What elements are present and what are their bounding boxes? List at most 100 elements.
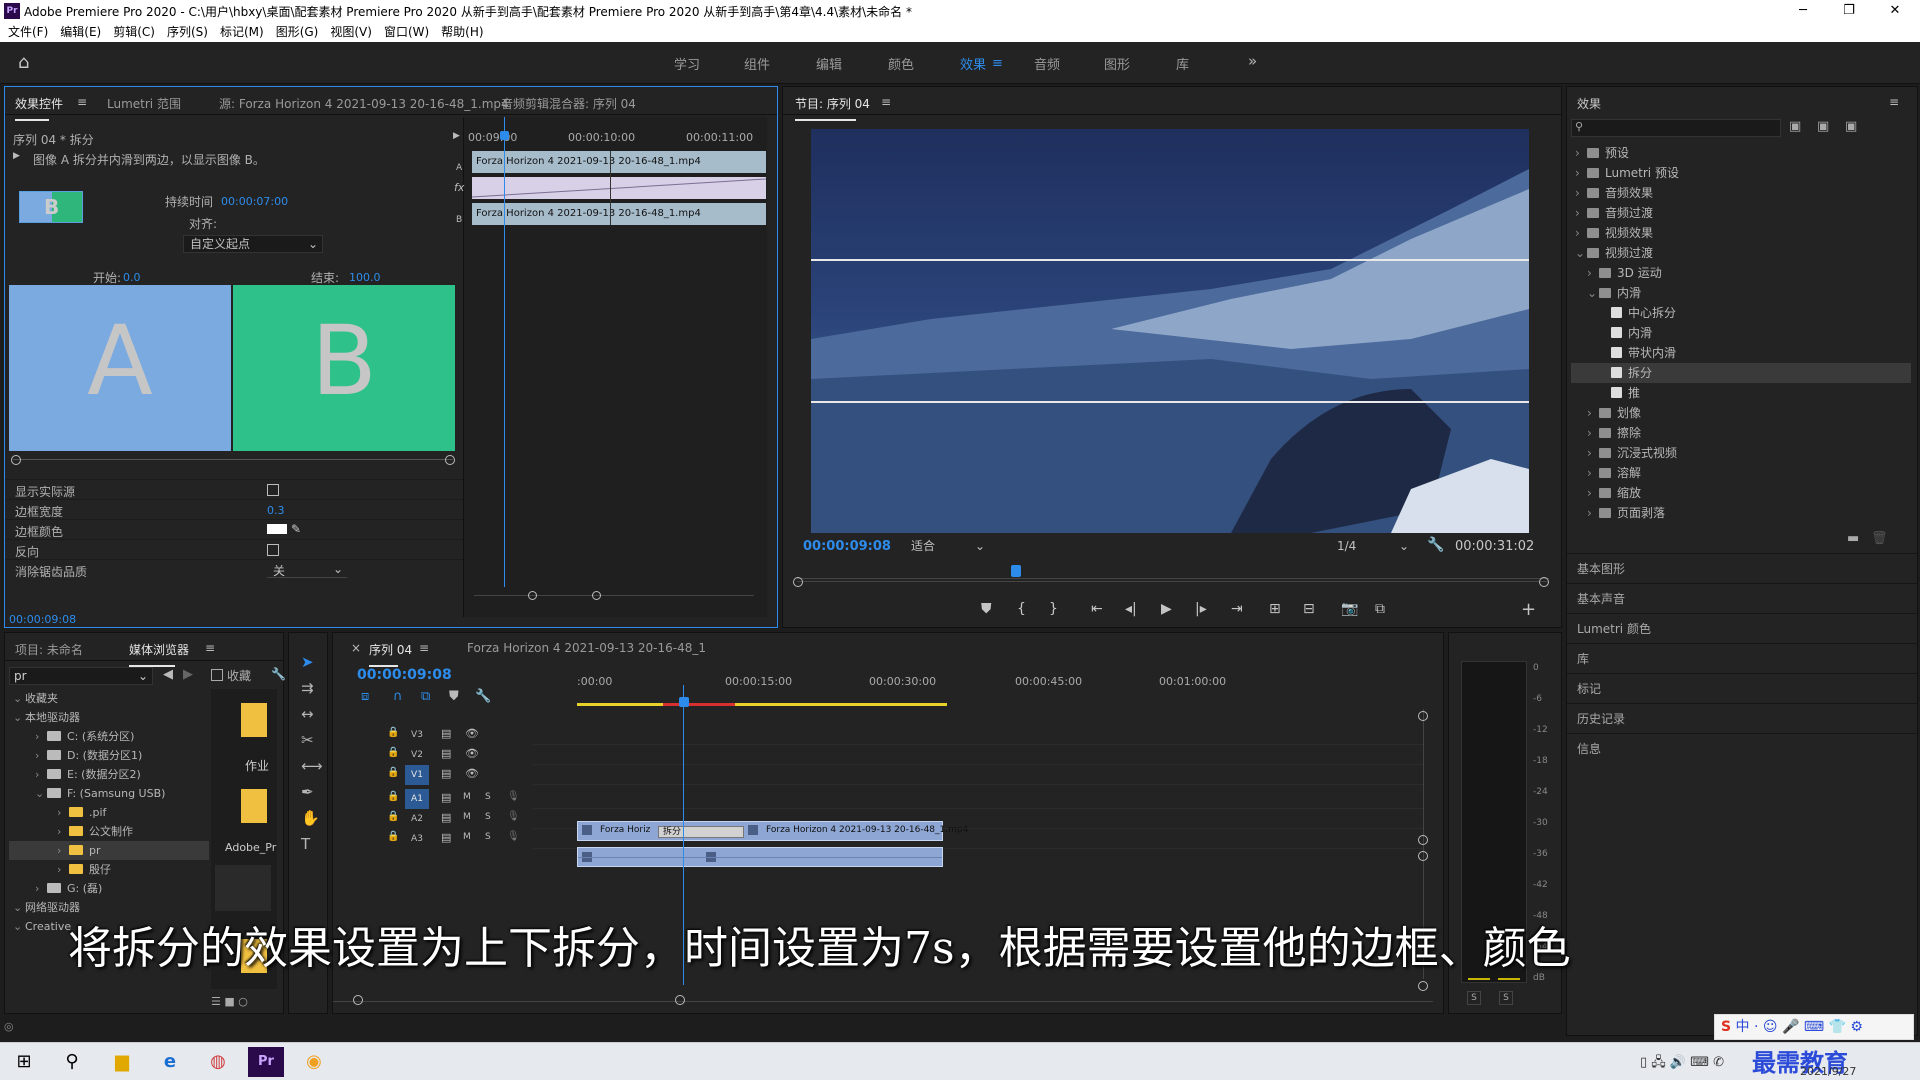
media-browser-item[interactable]: › D: (数据分区1)	[9, 746, 209, 765]
media-browser-item[interactable]: › E: (数据分区2)	[9, 765, 209, 784]
chevron-right-icon[interactable]: ›	[1575, 203, 1587, 223]
panel-section-tab[interactable]: 标记	[1567, 673, 1917, 703]
razor-tool-icon[interactable]: ✂	[301, 731, 314, 749]
track-label[interactable]: A3	[405, 829, 429, 849]
tab-sequence-clip[interactable]: Forza Horizon 4 2021-09-13 20-16-48_1	[467, 641, 706, 655]
windows-start-icon[interactable]: ⊞	[6, 1047, 42, 1077]
lock-icon[interactable]: 🔒	[387, 767, 399, 778]
workspace-tab[interactable]: 学习	[674, 54, 700, 73]
solo-button[interactable]: S	[1499, 991, 1513, 1005]
wrench-icon[interactable]: 🔧	[1427, 537, 1444, 553]
media-browser-item[interactable]: › 公文制作	[9, 822, 209, 841]
sync-lock-icon[interactable]: ▤	[441, 747, 451, 760]
panel-section-tab[interactable]: 基本图形	[1567, 553, 1917, 583]
add-marker-icon[interactable]: ⛊	[449, 689, 459, 704]
chevron-right-icon[interactable]: ›	[1587, 263, 1599, 283]
v-scroll-handle[interactable]	[1418, 851, 1428, 861]
effects-tree-item[interactable]: 拆分	[1571, 363, 1911, 383]
chevron-right-icon[interactable]: ›	[1587, 483, 1599, 503]
new-bin-icon[interactable]: ▬	[1847, 531, 1859, 546]
resolution-dropdown[interactable]: 1/4 ⌄	[1331, 537, 1413, 555]
wrench-icon[interactable]: 🔧	[271, 667, 286, 681]
mini-playhead[interactable]	[504, 117, 505, 587]
mute-button[interactable]: M	[463, 792, 471, 802]
media-browser-item[interactable]: › G: (磊)	[9, 879, 209, 898]
workspace-tab[interactable]: 颜色	[888, 54, 914, 73]
premiere-taskbar-icon[interactable]: Pr	[248, 1047, 284, 1077]
media-browser-item[interactable]: ⌄ 本地驱动器	[9, 708, 209, 727]
tab-media-browser[interactable]: 媒体浏览器	[129, 641, 189, 667]
chevron-icon[interactable]: ›	[57, 822, 69, 841]
file-explorer-icon[interactable]: ▆	[104, 1047, 140, 1077]
track-label[interactable]: V2	[405, 745, 429, 765]
app-icon[interactable]: ◉	[296, 1047, 332, 1077]
selection-tool-icon[interactable]: ➤	[301, 653, 314, 671]
nest-toggle-icon[interactable]: ⧈	[361, 689, 369, 704]
chevron-right-icon[interactable]: ›	[1575, 223, 1587, 243]
effects-menu-icon[interactable]: ≡	[1889, 95, 1899, 109]
zoom-handle-right[interactable]	[1539, 577, 1549, 587]
lock-icon[interactable]: 🔒	[387, 831, 399, 842]
effects-tree-item[interactable]: › 擦除	[1571, 423, 1911, 443]
audio-clip-a1[interactable]	[577, 847, 943, 867]
zoom-handle-left[interactable]	[793, 577, 803, 587]
step-forward-icon[interactable]: |▸	[1195, 601, 1207, 617]
home-icon[interactable]: ⌂	[18, 52, 29, 73]
folder-icon[interactable]	[241, 789, 267, 823]
sync-lock-icon[interactable]: ▤	[441, 767, 451, 780]
mini-clip-b[interactable]: Forza Horizon 4 2021-09-13 20-16-48_1.mp…	[472, 203, 766, 225]
close-button[interactable]: ✕	[1872, 0, 1918, 22]
tab-lumetri-scopes[interactable]: Lumetri 范围	[107, 95, 181, 112]
mark-in-icon[interactable]: {	[1017, 601, 1026, 617]
duration-value[interactable]: 00:00:07:00	[221, 195, 288, 208]
chevron-icon[interactable]: ›	[35, 727, 47, 746]
media-browser-item[interactable]: › pr	[9, 841, 209, 860]
track-label[interactable]: A2	[405, 809, 429, 829]
menu-item[interactable]: 窗口(W)	[384, 22, 429, 42]
edge-browser-icon[interactable]: e	[152, 1047, 188, 1077]
chevron-icon[interactable]: ⌄	[13, 708, 25, 727]
microphone-icon[interactable]: 🎙	[507, 811, 520, 822]
antialias-dropdown[interactable]: 关 ⌄	[267, 562, 347, 578]
v-scroll-handle[interactable]	[1418, 711, 1428, 721]
menu-item[interactable]: 文件(F)	[8, 22, 48, 42]
add-marker-icon[interactable]: ⛊	[981, 601, 992, 617]
track-label[interactable]: V3	[405, 725, 429, 745]
app-icon[interactable]: ◍	[200, 1047, 236, 1077]
chevron-right-icon[interactable]: ›	[1575, 163, 1587, 183]
list-view-icon[interactable]: ☰ ■ ○	[211, 995, 248, 1008]
play-icon[interactable]: ▶	[1161, 601, 1172, 617]
panel-section-tab[interactable]: 基本声音	[1567, 583, 1917, 613]
go-to-in-icon[interactable]: ⇤	[1091, 601, 1103, 617]
end-slider-handle[interactable]	[445, 455, 455, 465]
delete-icon[interactable]: 🗑	[1871, 531, 1888, 546]
v-scroll-handle[interactable]	[1418, 835, 1428, 845]
mini-zoom-handle[interactable]	[528, 591, 537, 600]
tab-source[interactable]: 源: Forza Horizon 4 2021-09-13 20-16-48_1…	[219, 95, 509, 112]
solo-button[interactable]: S	[485, 832, 491, 842]
effects-tree-item[interactable]: › 3D 运动	[1571, 263, 1911, 283]
chevron-icon[interactable]: ›	[35, 765, 47, 784]
effects-tree-item[interactable]: › 缩放	[1571, 483, 1911, 503]
chevron-right-icon[interactable]: ›	[1587, 503, 1599, 523]
timeline-settings-icon[interactable]: 🔧	[475, 689, 491, 704]
panel-section-tab[interactable]: 信息	[1567, 733, 1917, 763]
timeline-zoom-handle[interactable]	[353, 995, 363, 1005]
forward-icon[interactable]: ▶	[183, 667, 193, 682]
timeline-zoom-handle[interactable]	[675, 995, 685, 1005]
lock-icon[interactable]: 🔒	[387, 747, 399, 758]
sync-lock-icon[interactable]: ▤	[441, 831, 451, 844]
effects-tree-item[interactable]: 中心拆分	[1571, 303, 1911, 323]
menu-item[interactable]: 标记(M)	[220, 22, 264, 42]
pen-tool-icon[interactable]: ✒	[301, 783, 314, 801]
favorites-checkbox[interactable]	[211, 669, 223, 681]
go-to-out-icon[interactable]: ⇥	[1231, 601, 1243, 617]
chevron-icon[interactable]: ›	[57, 803, 69, 822]
chevron-right-icon[interactable]: ›	[1587, 463, 1599, 483]
solo-button[interactable]: S	[485, 792, 491, 802]
chevron-icon[interactable]: ⌄	[13, 898, 25, 917]
workspace-tab[interactable]: 音频	[1034, 54, 1060, 73]
chevron-right-icon[interactable]: ›	[1575, 143, 1587, 163]
snap-icon[interactable]: ∩	[393, 689, 403, 704]
video-thumbnail[interactable]	[215, 865, 271, 911]
